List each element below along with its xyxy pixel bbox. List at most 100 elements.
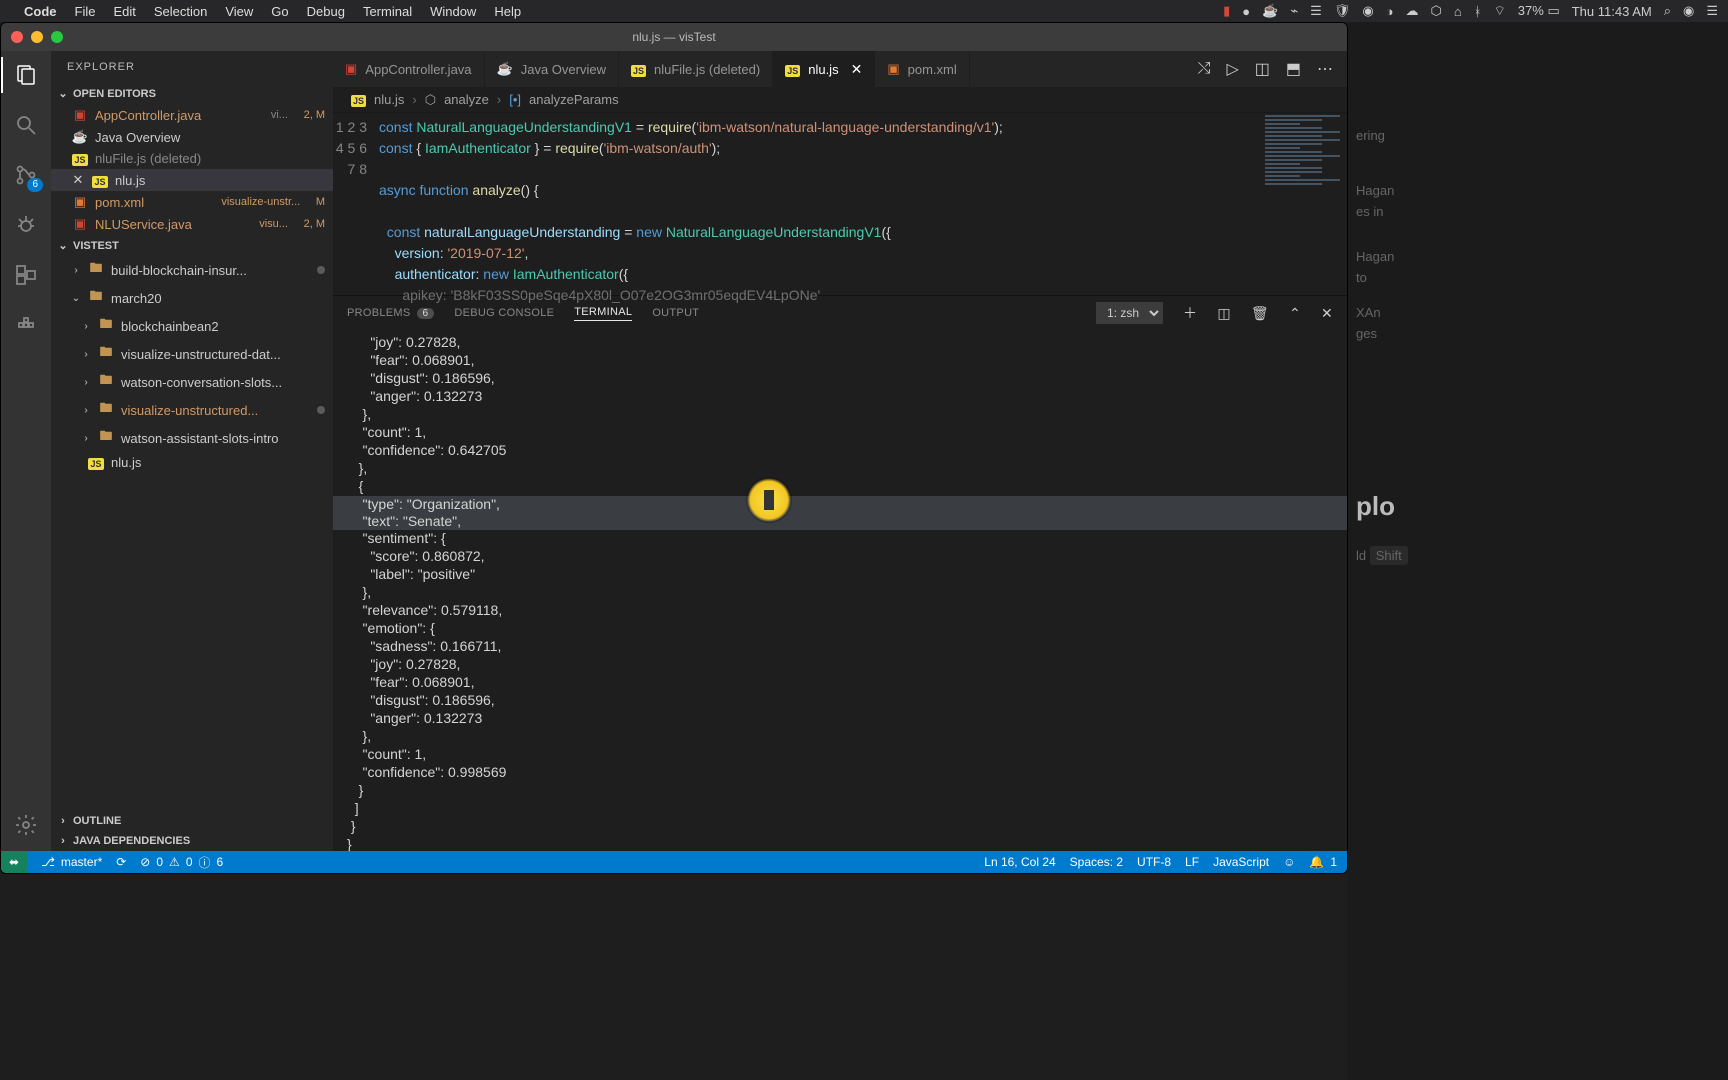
minimap[interactable] (1259, 113, 1347, 293)
window-close-button[interactable] (11, 31, 23, 43)
terminal-selection: "text": "Senate", (333, 513, 1347, 530)
tray-notifications-icon[interactable]: ☰ (1706, 3, 1718, 19)
status-sync-icon[interactable]: ⟳ (116, 855, 126, 869)
java-deps-header[interactable]: ›JAVA DEPENDENCIES (51, 831, 333, 851)
activity-search-icon[interactable] (12, 111, 40, 139)
breadcrumb[interactable]: JS nlu.js › ⬡ analyze › [•] analyzeParam… (333, 87, 1347, 113)
folder-item[interactable]: ›🖿visualize-unstructured... (51, 396, 333, 424)
panel-tab-terminal[interactable]: TERMINAL (574, 306, 632, 321)
status-notifications[interactable]: 🔔1 (1309, 855, 1337, 869)
tray-icon[interactable]: ● (1242, 4, 1250, 19)
panel-tab-output[interactable]: OUTPUT (652, 307, 699, 319)
tray-icon[interactable]: ◉ (1362, 3, 1373, 19)
editor-tab[interactable]: ▣AppController.java (333, 51, 485, 87)
tray-battery-label[interactable]: 37% ▭ (1518, 3, 1560, 19)
tray-coffee-icon[interactable]: ☕ (1262, 3, 1278, 19)
panel-tab-debug-console[interactable]: DEBUG CONSOLE (454, 307, 554, 319)
folder-item[interactable]: ⌄🖿march20 (51, 284, 333, 312)
menu-terminal[interactable]: Terminal (363, 4, 412, 19)
code-editor[interactable]: 1 2 3 4 5 6 7 8 const NaturalLanguageUnd… (333, 113, 1347, 295)
open-editor-item[interactable]: ✕JSnlu.js (51, 169, 333, 191)
compare-icon[interactable]: ⤭ (1198, 60, 1211, 78)
open-editor-item[interactable]: ☕Java Overview (51, 126, 333, 148)
status-feedback-icon[interactable]: ☺ (1283, 855, 1295, 869)
status-encoding[interactable]: UTF-8 (1137, 855, 1171, 869)
menu-help[interactable]: Help (494, 4, 521, 19)
panel-tab-problems[interactable]: PROBLEMS6 (347, 307, 434, 319)
outline-header[interactable]: ›OUTLINE (51, 811, 333, 831)
menu-debug[interactable]: Debug (307, 4, 345, 19)
tray-icon[interactable]: ▮ (1223, 3, 1230, 19)
menu-go[interactable]: Go (271, 4, 288, 19)
status-indent[interactable]: Spaces: 2 (1070, 855, 1123, 869)
window-maximize-button[interactable] (51, 31, 63, 43)
file-item[interactable]: JSnlu.js (51, 452, 333, 473)
split-terminal-icon[interactable]: ◫ (1217, 305, 1231, 322)
workspace-header[interactable]: ⌄VISTEST (51, 235, 333, 256)
tray-icon[interactable]: ◑ (1386, 4, 1394, 19)
tray-icon[interactable]: ⌁ (1290, 3, 1298, 19)
editor-tab[interactable]: JSnluFile.js (deleted) (619, 51, 773, 87)
tray-clock[interactable]: Thu 11:43 AM (1572, 4, 1652, 19)
menu-file[interactable]: File (75, 4, 96, 19)
close-icon[interactable]: ✕ (71, 172, 85, 188)
activity-docker-icon[interactable] (12, 311, 40, 339)
status-remote-icon[interactable]: ⬌ (1, 851, 27, 873)
new-terminal-icon[interactable]: ＋ (1183, 303, 1197, 323)
tray-bluetooth-icon[interactable]: ᚼ (1474, 4, 1482, 19)
kill-terminal-icon[interactable]: 🗑 (1251, 305, 1269, 322)
window-titlebar[interactable]: nlu.js — visTest (1, 23, 1347, 51)
close-tab-icon[interactable]: ✕ (851, 61, 863, 78)
editor-tab[interactable]: ☕Java Overview (485, 51, 619, 87)
tray-cloud-icon[interactable]: ☁ (1406, 3, 1419, 19)
folder-item[interactable]: ›🖿build-blockchain-insur... (51, 256, 333, 284)
folder-item[interactable]: ›🖿blockchainbean2 (51, 312, 333, 340)
status-language[interactable]: JavaScript (1213, 855, 1269, 869)
tray-icon[interactable]: ⌂ (1454, 4, 1462, 19)
breadcrumb-file[interactable]: nlu.js (374, 92, 404, 107)
open-editors-header[interactable]: ⌄OPEN EDITORS (51, 83, 333, 104)
tray-wifi-icon[interactable]: ⌔ (1494, 3, 1506, 19)
terminal-selection: "type": "Organization", (333, 496, 1347, 513)
open-editor-item[interactable]: JSnluFile.js (deleted) (51, 148, 333, 169)
editor-tab[interactable]: ▣pom.xml (875, 51, 969, 87)
open-editor-item[interactable]: ▣pom.xmlvisualize-unstr... M (51, 191, 333, 213)
split-editor-icon[interactable]: ◫ (1255, 59, 1270, 79)
status-cursor-pos[interactable]: Ln 16, Col 24 (984, 855, 1055, 869)
open-editor-item[interactable]: ▣NLUService.javavisu... 2, M (51, 213, 333, 235)
split-layout-icon[interactable]: ⬒ (1286, 59, 1301, 79)
run-icon[interactable]: ▷ (1226, 59, 1238, 79)
tray-icon[interactable]: ⬡ (1431, 3, 1442, 19)
terminal-shell-selector[interactable]: 1: zsh (1096, 302, 1163, 324)
activity-extensions-icon[interactable] (12, 261, 40, 289)
open-editor-item[interactable]: ▣AppController.javavi... 2, M (51, 104, 333, 126)
tray-shield-icon[interactable]: 🛡 (1334, 3, 1351, 19)
menu-window[interactable]: Window (430, 4, 476, 19)
folder-item[interactable]: ›🖿watson-conversation-slots... (51, 368, 333, 396)
more-icon[interactable]: ⋯ (1317, 59, 1333, 79)
app-menu[interactable]: Code (24, 4, 57, 19)
tray-search-icon[interactable]: ⌕ (1664, 3, 1671, 19)
status-branch[interactable]: ⎇master* (41, 855, 102, 869)
menu-selection[interactable]: Selection (154, 4, 207, 19)
window-minimize-button[interactable] (31, 31, 43, 43)
tray-icon[interactable]: ☰ (1310, 3, 1322, 19)
folder-item[interactable]: ›🖿watson-assistant-slots-intro (51, 424, 333, 452)
terminal-output[interactable]: "joy": 0.27828, "fear": 0.068901, "disgu… (333, 330, 1347, 851)
activity-scm-icon[interactable]: 6 (12, 161, 40, 189)
breadcrumb-symbol[interactable]: analyzeParams (529, 92, 619, 107)
activity-explorer-icon[interactable] (12, 61, 40, 89)
folder-item[interactable]: ›🖿visualize-unstructured-dat... (51, 340, 333, 368)
editor-tab[interactable]: JSnlu.js✕ (773, 51, 875, 87)
maximize-panel-icon[interactable]: ⌃ (1289, 305, 1301, 322)
tray-siri-icon[interactable]: ◉ (1683, 3, 1694, 19)
menu-view[interactable]: View (225, 4, 253, 19)
activity-settings-icon[interactable] (12, 811, 40, 839)
menu-edit[interactable]: Edit (113, 4, 135, 19)
status-problems[interactable]: ⊘0 ⚠0 ⓘ6 (140, 854, 223, 871)
breadcrumb-symbol[interactable]: analyze (444, 92, 489, 107)
code-body[interactable]: const NaturalLanguageUnderstandingV1 = r… (379, 113, 1003, 295)
close-panel-icon[interactable]: ✕ (1321, 305, 1333, 322)
activity-debug-icon[interactable] (12, 211, 40, 239)
status-eol[interactable]: LF (1185, 855, 1199, 869)
